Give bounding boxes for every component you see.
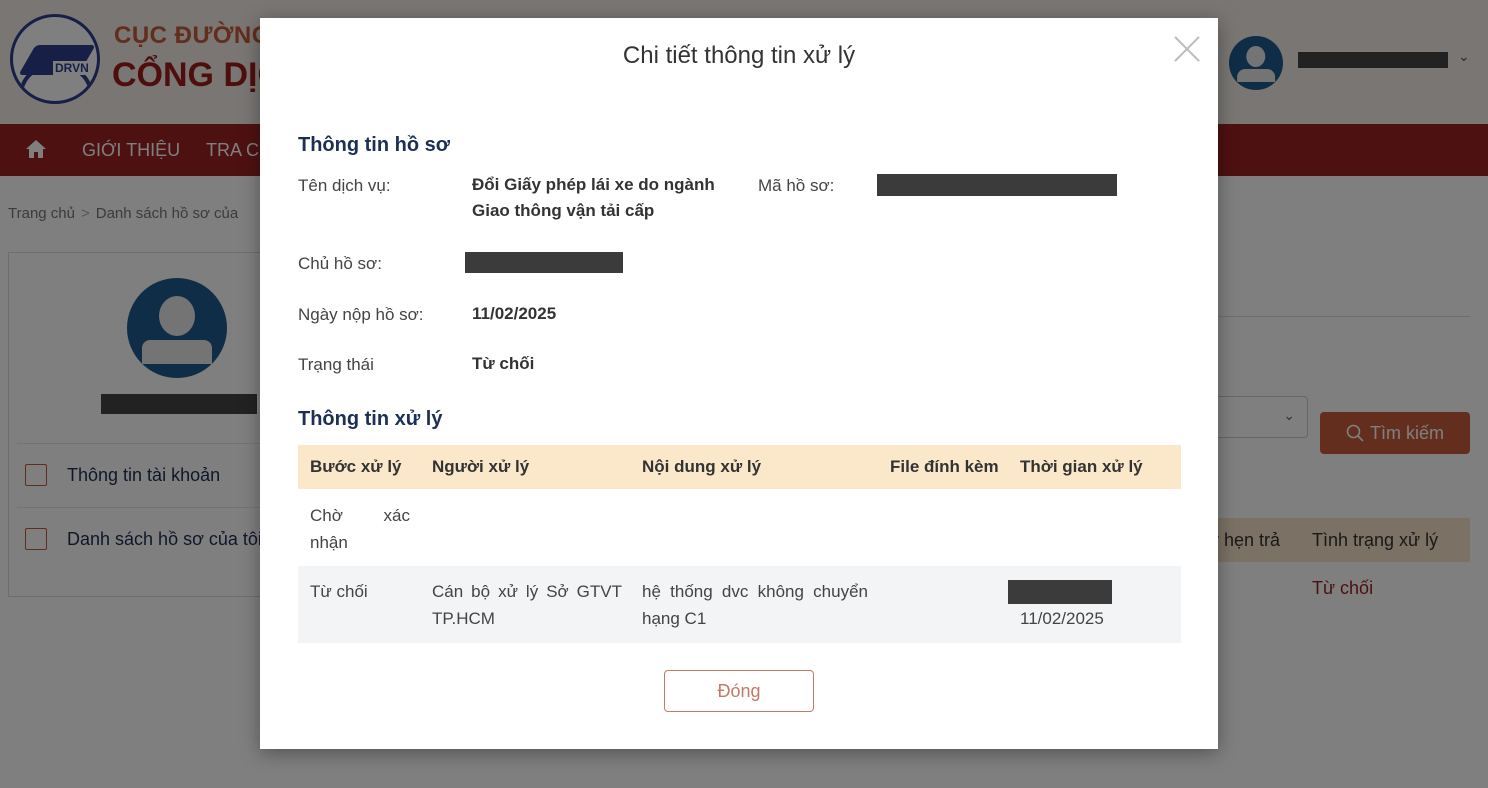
- table-row: Từ chối Cán bộ xử lý Sở GTVT TP.HCM hệ t…: [298, 566, 1181, 643]
- status-value: Từ chối: [472, 354, 535, 373]
- section-title-processing-info: Thông tin xử lý: [298, 408, 443, 430]
- cell-step: Chờ xác nhận: [310, 506, 410, 552]
- processing-table-header: Bước xử lý Người xử lý Nội dung xử lý Fi…: [298, 445, 1181, 489]
- section-title-record-info: Thông tin hồ sơ: [298, 134, 450, 156]
- close-icon[interactable]: [1172, 34, 1202, 64]
- column-header-handler: Người xử lý: [432, 457, 530, 476]
- record-code-redacted: [877, 174, 1117, 196]
- service-name-value: Đổi Giấy phép lái xe do ngành Giao thông…: [472, 175, 715, 220]
- column-header-time: Thời gian xử lý: [1020, 457, 1143, 476]
- close-button[interactable]: Đóng: [664, 670, 814, 712]
- cell-content: hệ thống dvc không chuyển hạng C1: [642, 582, 868, 628]
- column-header-step: Bước xử lý: [310, 457, 402, 476]
- status-label: Trạng thái: [298, 355, 374, 374]
- owner-redacted: [465, 252, 623, 273]
- service-name-label: Tên dịch vụ:: [298, 176, 391, 195]
- submit-date-label: Ngày nộp hồ sơ:: [298, 305, 424, 324]
- record-code-label: Mã hồ sơ:: [758, 176, 835, 195]
- table-row: Chờ xác nhận: [298, 489, 1181, 566]
- cell-handler: Cán bộ xử lý Sở GTVT TP.HCM: [432, 582, 622, 628]
- cell-time: 11/02/2025: [1020, 609, 1104, 628]
- time-redacted: [1008, 580, 1112, 604]
- modal-title: Chi tiết thông tin xử lý: [622, 42, 856, 69]
- column-header-content: Nội dung xử lý: [642, 457, 762, 476]
- submit-date-value: 11/02/2025: [472, 304, 557, 323]
- processing-table: Bước xử lý Người xử lý Nội dung xử lý Fi…: [298, 445, 1181, 643]
- column-header-attachment: File đính kèm: [890, 457, 999, 476]
- cell-step: Từ chối: [310, 582, 368, 601]
- owner-label: Chủ hồ sơ:: [298, 254, 382, 273]
- processing-detail-modal: Chi tiết thông tin xử lý Thông tin hồ sơ…: [260, 18, 1218, 749]
